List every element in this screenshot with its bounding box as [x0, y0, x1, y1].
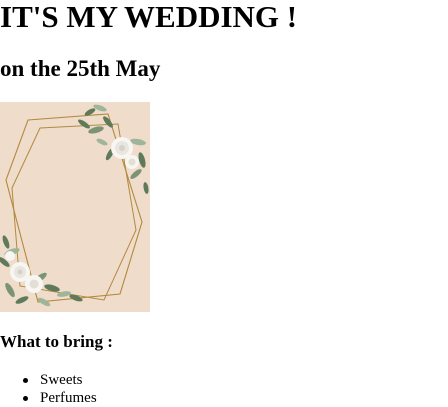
invitation-image — [0, 102, 150, 312]
bring-list: Sweets Perfumes — [0, 371, 97, 407]
list-item-label: Sweets — [40, 372, 83, 388]
page-subtitle: on the 25th May — [0, 56, 161, 81]
what-to-bring-heading: What to bring : — [0, 332, 113, 351]
list-item: Sweets — [0, 371, 97, 389]
page: IT'S MY WEDDING ! on the 25th May What t… — [0, 0, 448, 406]
list-item: Perfumes — [0, 389, 97, 407]
bullet-icon — [23, 378, 28, 383]
page-title: IT'S MY WEDDING ! — [0, 0, 298, 34]
list-item-label: Perfumes — [40, 390, 97, 406]
bullet-icon — [23, 396, 28, 401]
